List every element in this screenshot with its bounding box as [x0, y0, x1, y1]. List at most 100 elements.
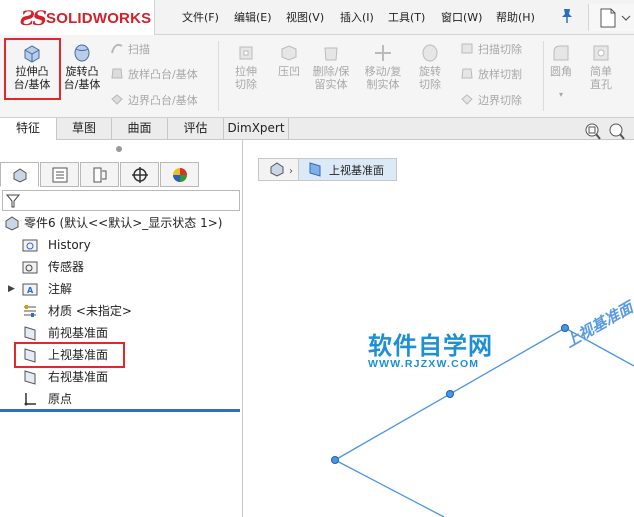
new-document-icon	[600, 8, 631, 28]
material-icon	[24, 305, 36, 317]
revolve-cut-icon	[422, 44, 438, 62]
annotations-label: 注解	[48, 282, 73, 296]
tab-display-manager[interactable]	[160, 162, 199, 187]
fillet-icon	[553, 45, 569, 61]
command-tabs: 特征 草图 曲面 评估 DimXpert	[0, 118, 634, 140]
tab-evaluate[interactable]: 评估	[168, 118, 224, 140]
tab-surfaces[interactable]: 曲面	[112, 118, 168, 140]
lofted-cut-label: 放样切割	[478, 68, 522, 81]
fillet-dropdown-icon[interactable]: ▾	[546, 88, 576, 101]
zoom-area-icon[interactable]	[609, 123, 625, 140]
panel-tabs: ›	[0, 162, 243, 204]
loft-boss-label: 放样凸台/基体	[128, 68, 198, 81]
tab-features[interactable]: 特征	[0, 118, 57, 140]
ribbon-separator	[543, 41, 544, 111]
highlight-box-top-plane	[14, 342, 125, 368]
solidworks-logo: ƧS SOLIDWORKS	[0, 0, 155, 35]
extrude-cut-label: 拉伸切除	[235, 65, 257, 91]
ribbon-separator	[218, 41, 219, 111]
fillet-label: 圆角	[550, 65, 572, 78]
revolve-boss-label: 旋转凸台/基体	[63, 65, 101, 91]
display-manager-icon	[173, 168, 187, 182]
menu-file[interactable]: 文件(F)	[182, 9, 219, 25]
new-document-button[interactable]	[588, 4, 634, 31]
tab-configuration-manager[interactable]	[80, 162, 119, 187]
tab-sketch[interactable]: 草图	[57, 118, 112, 140]
boundary-cut-button[interactable]: 边界切除	[460, 92, 522, 108]
revolve-cut-label: 旋转切除	[419, 65, 441, 91]
sweep-label: 扫描	[128, 43, 150, 56]
menu-window[interactable]: 窗口(W)	[441, 9, 482, 25]
loft-boss-button[interactable]: 放样凸台/基体	[110, 66, 198, 82]
menu-insert[interactable]: 插入(I)	[340, 9, 374, 25]
delete-keep-body-label: 删除/保留实体	[312, 65, 350, 91]
part-label: 零件6 (默认<<默认>_显示状态 1>)	[24, 216, 223, 230]
sensors-label: 传感器	[48, 260, 85, 274]
plane-handle[interactable]	[446, 390, 454, 398]
boundary-boss-label: 边界凸台/基体	[128, 94, 198, 107]
indent-button[interactable]: 压凹	[272, 43, 306, 78]
filter-icon	[6, 194, 20, 208]
watermark-url: WWW.RJZXW.COM	[368, 358, 480, 370]
plane-icon	[24, 370, 36, 385]
lofted-cut-button[interactable]: 放样切割	[460, 66, 522, 82]
history-label: History	[48, 238, 91, 252]
tab-dimxpert-manager[interactable]	[120, 162, 159, 187]
delete-body-icon	[324, 47, 338, 61]
panel-resize-handle[interactable]	[116, 146, 122, 152]
command-manager-ribbon: 拉伸凸台/基体 旋转凸台/基体 扫描 放样凸台/基体 边界凸台/基体 拉伸切除 …	[0, 35, 634, 118]
delete-keep-body-button[interactable]: 删除/保留实体	[307, 43, 355, 91]
annotations-folder-icon: A	[22, 283, 38, 296]
simple-hole-label: 简单直孔	[590, 65, 612, 91]
property-manager-icon	[52, 167, 68, 183]
origin-icon	[24, 393, 36, 406]
boundary-boss-icon	[111, 94, 123, 105]
plane-icon	[24, 326, 36, 341]
right-plane-label: 右视基准面	[48, 370, 109, 384]
view-tools	[585, 123, 625, 140]
expand-arrow-icon[interactable]: ▶	[8, 279, 15, 299]
hole-icon	[593, 45, 609, 61]
configuration-manager-icon	[93, 167, 107, 183]
tab-dimxpert[interactable]: DimXpert	[224, 118, 289, 140]
tab-property-manager[interactable]	[40, 162, 79, 187]
pin-icon[interactable]	[560, 8, 574, 24]
graphics-area[interactable]: › 上视基准面 上视基准面 软件自学网 WWW.RJZXW.COM	[244, 123, 634, 517]
menu-view[interactable]: 视图(V)	[286, 9, 324, 25]
menu-help[interactable]: 帮助(H)	[496, 9, 535, 25]
sweep-button[interactable]: 扫描	[110, 41, 150, 57]
move-body-icon	[375, 45, 391, 61]
swept-cut-button[interactable]: 扫描切除	[460, 41, 522, 57]
feature-tree-icon	[13, 168, 27, 183]
plane-edge	[334, 459, 445, 517]
crosshair-icon	[132, 167, 148, 183]
extrude-cut-button[interactable]: 拉伸切除	[224, 43, 268, 91]
svg-text:A: A	[27, 286, 34, 295]
lofted-cut-icon	[461, 68, 473, 79]
revolve-boss-button[interactable]: 旋转凸台/基体	[60, 43, 104, 91]
logo-text: SOLIDWORKS	[46, 10, 152, 27]
menu-edit[interactable]: 编辑(E)	[234, 9, 272, 25]
revolve-boss-icon	[74, 44, 90, 62]
simple-hole-button[interactable]: 简单直孔	[580, 43, 622, 91]
zoom-to-fit-icon[interactable]	[585, 123, 601, 140]
rollback-bar[interactable]	[0, 409, 240, 412]
boundary-cut-label: 边界切除	[478, 94, 522, 107]
revolve-cut-button[interactable]: 旋转切除	[410, 43, 450, 91]
fillet-button[interactable]: 圆角 ▾	[546, 43, 576, 101]
loft-icon	[111, 68, 123, 79]
move-copy-body-button[interactable]: 移动/复制实体	[358, 43, 408, 91]
material-label: 材质 <未指定>	[48, 304, 132, 318]
plane-handle[interactable]	[331, 456, 339, 464]
sweep-icon	[111, 43, 123, 54]
indent-label: 压凹	[278, 65, 300, 78]
origin-label: 原点	[48, 392, 73, 406]
menu-tools[interactable]: 工具(T)	[388, 9, 425, 25]
ds-logo-icon: ƧS	[20, 6, 47, 30]
boundary-boss-button[interactable]: 边界凸台/基体	[110, 92, 198, 108]
history-folder-icon	[22, 239, 38, 252]
tab-feature-tree[interactable]	[0, 162, 39, 187]
tree-filter-box[interactable]	[2, 190, 240, 211]
watermark-title: 软件自学网	[368, 332, 493, 360]
front-plane-label: 前视基准面	[48, 326, 109, 340]
